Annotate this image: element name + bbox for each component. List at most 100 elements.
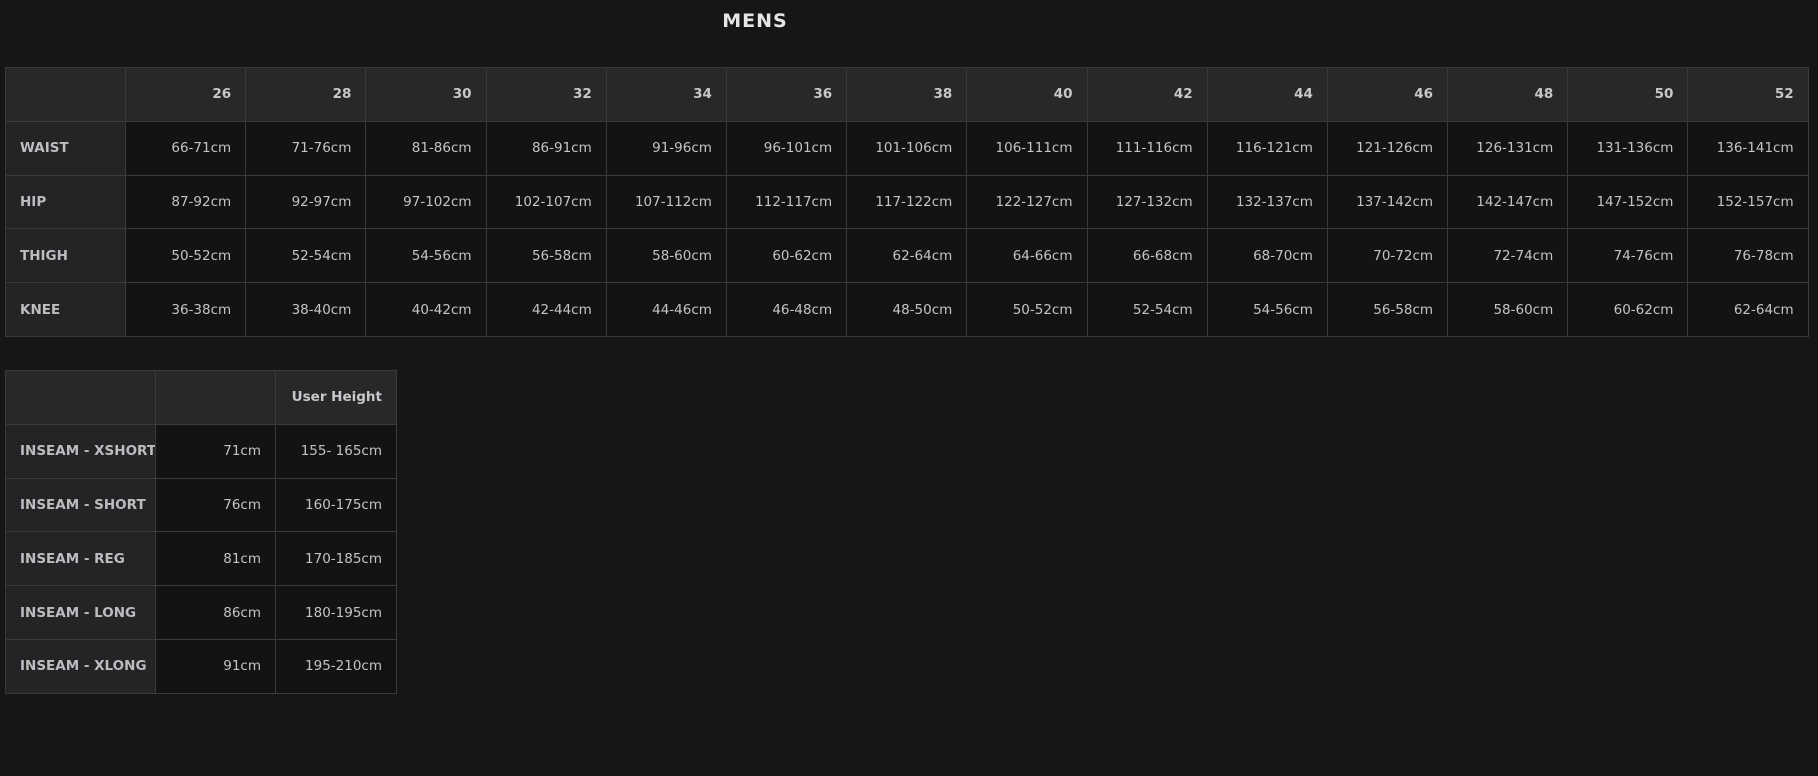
table-cell: 127-132cm (1086, 174, 1208, 230)
table-row-thigh: THIGH 50-52cm 52-54cm 54-56cm 56-58cm 58… (5, 228, 1809, 284)
table-cell: 60-62cm (1567, 282, 1689, 337)
table-cell: 76-78cm (1687, 228, 1809, 284)
table-row-knee: KNEE 36-38cm 38-40cm 40-42cm 42-44cm 44-… (5, 282, 1809, 337)
table-cell: 92-97cm (245, 174, 367, 230)
table-cell: 52-54cm (1086, 282, 1208, 337)
table-row-inseam-short: INSEAM - SHORT 76cm 160-175cm (5, 477, 397, 533)
table-cell: 68-70cm (1206, 228, 1328, 284)
table-cell: 132-137cm (1206, 174, 1328, 230)
inseam-header-row: User Height (5, 370, 397, 425)
table-row-waist: WAIST 66-71cm 71-76cm 81-86cm 86-91cm 91… (5, 120, 1809, 176)
table-cell: 38-40cm (245, 282, 367, 337)
corner-cell (5, 370, 156, 425)
table-cell: 70-72cm (1326, 228, 1449, 284)
table-cell: 87-92cm (124, 174, 247, 230)
table-cell: 48-50cm (846, 282, 968, 337)
row-label: INSEAM - REG (5, 531, 156, 587)
inseam-cell: 86cm (155, 585, 276, 640)
row-label: INSEAM - XSHORT (5, 423, 156, 479)
table-row-hip: HIP 87-92cm 92-97cm 97-102cm 102-107cm 1… (5, 174, 1809, 230)
table-cell: 116-121cm (1206, 120, 1328, 176)
table-cell: 107-112cm (605, 174, 727, 230)
table-cell: 72-74cm (1447, 228, 1569, 284)
size-header: 32 (485, 67, 607, 122)
size-header: 44 (1206, 67, 1328, 122)
inseam-cell: 71cm (155, 423, 276, 479)
table-cell: 74-76cm (1567, 228, 1689, 284)
size-header: 40 (966, 67, 1088, 122)
size-header: 50 (1567, 67, 1689, 122)
table-cell: 54-56cm (1206, 282, 1328, 337)
page-title: MENS (722, 10, 788, 32)
height-cell: 170-185cm (275, 531, 397, 587)
table-cell: 66-68cm (1086, 228, 1208, 284)
table-cell: 62-64cm (1687, 282, 1809, 337)
table-cell: 50-52cm (124, 228, 247, 284)
table-cell: 112-117cm (725, 174, 848, 230)
height-cell: 160-175cm (275, 477, 397, 533)
size-header: 30 (365, 67, 487, 122)
table-cell: 66-71cm (124, 120, 247, 176)
inseam-cell: 76cm (155, 477, 276, 533)
table-cell: 147-152cm (1567, 174, 1689, 230)
table-cell: 131-136cm (1567, 120, 1689, 176)
table-cell: 58-60cm (1447, 282, 1569, 337)
table-cell: 52-54cm (245, 228, 367, 284)
row-label: INSEAM - LONG (5, 585, 156, 640)
row-label: HIP (5, 174, 126, 230)
height-cell: 155- 165cm (275, 423, 397, 479)
table-cell: 121-126cm (1326, 120, 1449, 176)
table-cell: 91-96cm (605, 120, 727, 176)
row-label: THIGH (5, 228, 126, 284)
table-cell: 56-58cm (1326, 282, 1449, 337)
table-cell: 96-101cm (725, 120, 848, 176)
table-cell: 111-116cm (1086, 120, 1208, 176)
table-cell: 40-42cm (365, 282, 487, 337)
table-cell: 81-86cm (365, 120, 487, 176)
corner-cell (5, 67, 126, 122)
size-header: 42 (1086, 67, 1208, 122)
table-cell: 137-142cm (1326, 174, 1449, 230)
size-header: 52 (1687, 67, 1809, 122)
size-header: 46 (1326, 67, 1449, 122)
row-label: INSEAM - SHORT (5, 477, 156, 533)
table-cell: 46-48cm (725, 282, 848, 337)
table-cell: 122-127cm (966, 174, 1088, 230)
table-cell: 117-122cm (846, 174, 968, 230)
inseam-header (155, 370, 276, 425)
table-cell: 126-131cm (1447, 120, 1569, 176)
size-chart-table: 26 28 30 32 34 36 38 40 42 44 46 48 50 5… (5, 67, 1809, 337)
size-header: 36 (725, 67, 848, 122)
table-cell: 152-157cm (1687, 174, 1809, 230)
table-cell: 136-141cm (1687, 120, 1809, 176)
size-header: 48 (1447, 67, 1569, 122)
row-label: WAIST (5, 120, 126, 176)
table-cell: 106-111cm (966, 120, 1088, 176)
table-cell: 71-76cm (245, 120, 367, 176)
size-header: 28 (245, 67, 367, 122)
table-cell: 86-91cm (485, 120, 607, 176)
table-cell: 56-58cm (485, 228, 607, 284)
size-header: 38 (846, 67, 968, 122)
table-cell: 60-62cm (725, 228, 848, 284)
table-cell: 44-46cm (605, 282, 727, 337)
size-header-row: 26 28 30 32 34 36 38 40 42 44 46 48 50 5… (5, 67, 1809, 122)
table-cell: 142-147cm (1447, 174, 1569, 230)
table-row-inseam-xlong: INSEAM - XLONG 91cm 195-210cm (5, 638, 397, 694)
inseam-table: User Height INSEAM - XSHORT 71cm 155- 16… (5, 370, 397, 694)
user-height-header: User Height (275, 370, 397, 425)
table-cell: 64-66cm (966, 228, 1088, 284)
row-label: KNEE (5, 282, 126, 337)
table-cell: 58-60cm (605, 228, 727, 284)
table-cell: 42-44cm (485, 282, 607, 337)
table-cell: 50-52cm (966, 282, 1088, 337)
table-cell: 62-64cm (846, 228, 968, 284)
row-label: INSEAM - XLONG (5, 638, 156, 694)
height-cell: 180-195cm (275, 585, 397, 640)
inseam-cell: 91cm (155, 638, 276, 694)
table-cell: 101-106cm (846, 120, 968, 176)
table-cell: 102-107cm (485, 174, 607, 230)
table-cell: 97-102cm (365, 174, 487, 230)
table-cell: 54-56cm (365, 228, 487, 284)
height-cell: 195-210cm (275, 638, 397, 694)
